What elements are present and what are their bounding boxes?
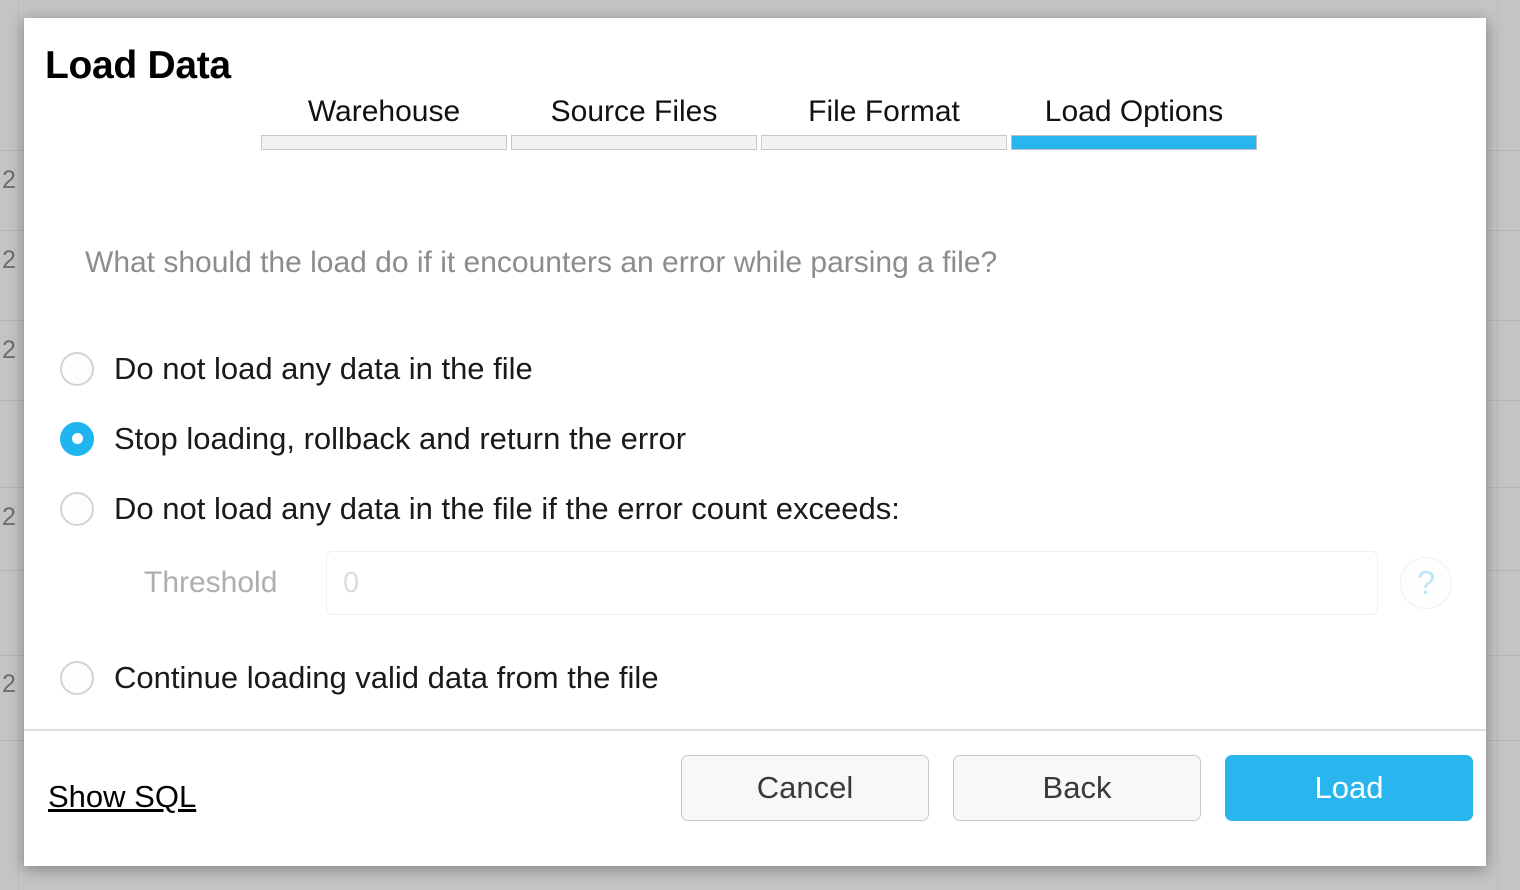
radio-button-icon[interactable] — [60, 352, 94, 386]
radio-option-continue-loading[interactable]: Continue loading valid data from the fil… — [36, 649, 1436, 706]
background-gridline — [18, 0, 19, 890]
radio-option-error-count-exceeds-label: Do not load any data in the file if the … — [114, 493, 900, 524]
tab-file-format-indicator — [761, 135, 1007, 150]
tab-source-files[interactable]: Source Files — [511, 94, 757, 150]
radio-button-selected-icon[interactable] — [60, 422, 94, 456]
tab-warehouse-label: Warehouse — [261, 94, 507, 131]
tab-source-files-label: Source Files — [511, 94, 757, 131]
load-button[interactable]: Load — [1225, 755, 1473, 821]
radio-option-do-not-load-label: Do not load any data in the file — [114, 353, 533, 384]
radio-option-do-not-load[interactable]: Do not load any data in the file — [36, 340, 1436, 397]
tab-load-options-indicator — [1011, 135, 1257, 150]
tab-warehouse[interactable]: Warehouse — [261, 94, 507, 150]
cancel-button[interactable]: Cancel — [681, 755, 929, 821]
radio-option-stop-rollback-label: Stop loading, rollback and return the er… — [114, 423, 686, 454]
radio-option-continue-loading-label: Continue loading valid data from the fil… — [114, 662, 659, 693]
show-sql-link[interactable]: Show SQL — [48, 781, 196, 812]
tab-load-options-label: Load Options — [1011, 94, 1257, 131]
wizard-step-tabs: Warehouse Source Files File Format Load … — [261, 94, 1257, 150]
error-handling-radio-group: Do not load any data in the file Stop lo… — [36, 340, 1436, 706]
background-row-number: 2 — [2, 338, 16, 363]
footer-button-group: Cancel Back Load — [681, 755, 1473, 821]
background-gridline — [1497, 0, 1498, 890]
background-row-number: 2 — [2, 505, 16, 530]
background-row-number: 2 — [2, 672, 16, 697]
dialog-body: Load Data Warehouse Source Files File Fo… — [24, 18, 1486, 731]
dialog-footer: Show SQL Cancel Back Load — [24, 729, 1486, 866]
threshold-label: Threshold — [144, 568, 326, 598]
tab-warehouse-indicator — [261, 135, 507, 150]
radio-option-stop-rollback[interactable]: Stop loading, rollback and return the er… — [36, 410, 1436, 467]
load-data-dialog: Load Data Warehouse Source Files File Fo… — [24, 18, 1486, 866]
threshold-input[interactable] — [326, 551, 1378, 615]
tab-load-options[interactable]: Load Options — [1011, 94, 1257, 150]
tab-file-format-label: File Format — [761, 94, 1007, 131]
error-handling-question: What should the load do if it encounters… — [85, 246, 997, 280]
tab-file-format[interactable]: File Format — [761, 94, 1007, 150]
radio-button-icon[interactable] — [60, 661, 94, 695]
back-button[interactable]: Back — [953, 755, 1201, 821]
threshold-row: Threshold ? — [144, 551, 1452, 615]
radio-option-error-count-exceeds[interactable]: Do not load any data in the file if the … — [36, 480, 1436, 537]
tab-source-files-indicator — [511, 135, 757, 150]
page-title: Load Data — [45, 46, 231, 85]
background-row-number: 2 — [2, 168, 16, 193]
background-row-number: 2 — [2, 248, 16, 273]
help-question-mark-icon[interactable]: ? — [1400, 557, 1452, 609]
radio-button-icon[interactable] — [60, 492, 94, 526]
